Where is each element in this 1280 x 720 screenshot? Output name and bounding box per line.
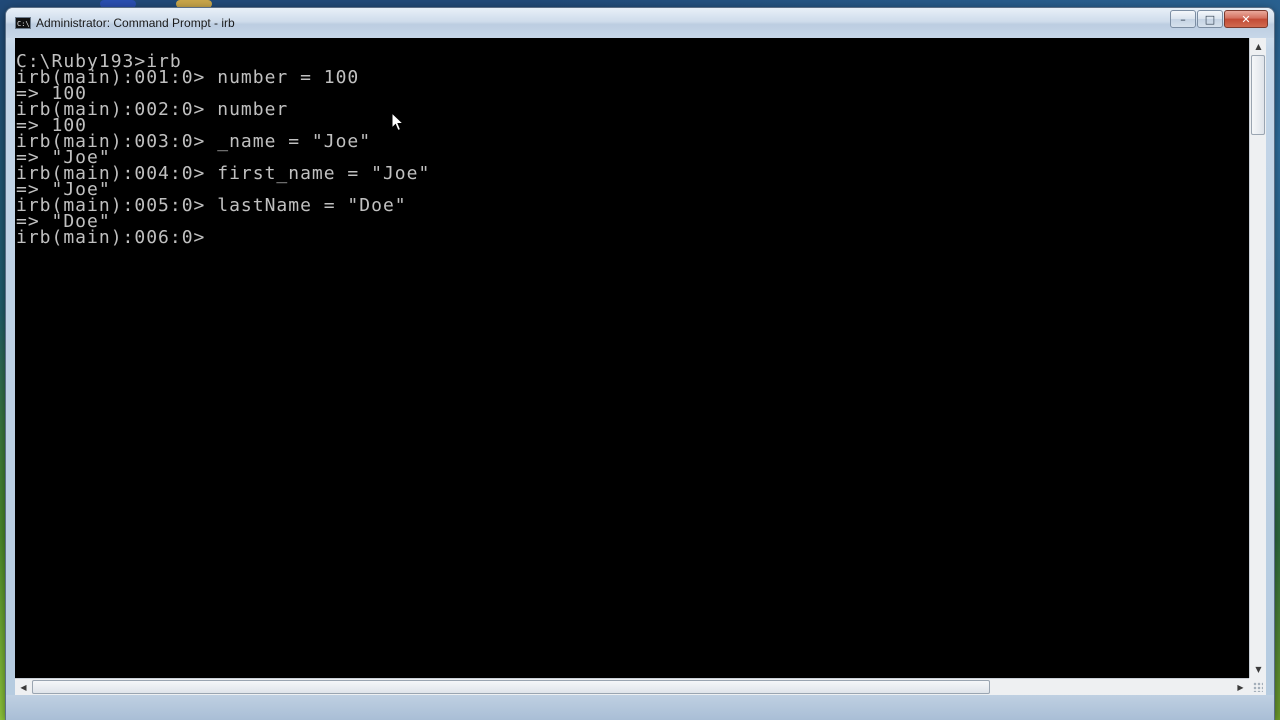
vertical-scrollbar[interactable]: ▲ ▼ xyxy=(1249,38,1266,678)
horizontal-scrollbar[interactable]: ◀ ▶ xyxy=(15,678,1249,695)
scroll-up-icon[interactable]: ▲ xyxy=(1250,38,1267,55)
scroll-left-icon[interactable]: ◀ xyxy=(15,679,32,696)
window-bottom-frame xyxy=(6,695,1274,720)
console-prompt-line[interactable]: irb(main):006:0> xyxy=(16,229,430,247)
minimize-button[interactable]: – xyxy=(1170,10,1196,28)
size-grip[interactable] xyxy=(1249,678,1266,695)
desktop-icon-top-1[interactable] xyxy=(100,0,136,8)
horizontal-scroll-thumb[interactable] xyxy=(32,680,990,694)
maximize-button[interactable]: □ xyxy=(1197,10,1223,28)
close-button[interactable]: ✕ xyxy=(1224,10,1268,28)
title-bar[interactable]: C:\ Administrator: Command Prompt - irb … xyxy=(6,8,1274,38)
window-title: Administrator: Command Prompt - irb xyxy=(36,16,235,30)
grip-dots-icon xyxy=(1253,682,1263,692)
mouse-pointer-icon xyxy=(391,112,405,132)
vertical-scroll-thumb[interactable] xyxy=(1251,55,1265,135)
command-prompt-window: C:\ Administrator: Command Prompt - irb … xyxy=(6,8,1274,720)
caption-buttons: – □ ✕ xyxy=(1170,10,1268,28)
console-output[interactable]: C:\Ruby193>irb irb(main):001:0> number =… xyxy=(15,38,1249,678)
scroll-right-icon[interactable]: ▶ xyxy=(1232,679,1249,696)
scroll-down-icon[interactable]: ▼ xyxy=(1250,661,1267,678)
desktop-icon-top-2[interactable] xyxy=(176,0,212,8)
cmd-icon[interactable]: C:\ xyxy=(15,17,31,29)
console-lines: C:\Ruby193>irb irb(main):001:0> number =… xyxy=(16,53,430,247)
